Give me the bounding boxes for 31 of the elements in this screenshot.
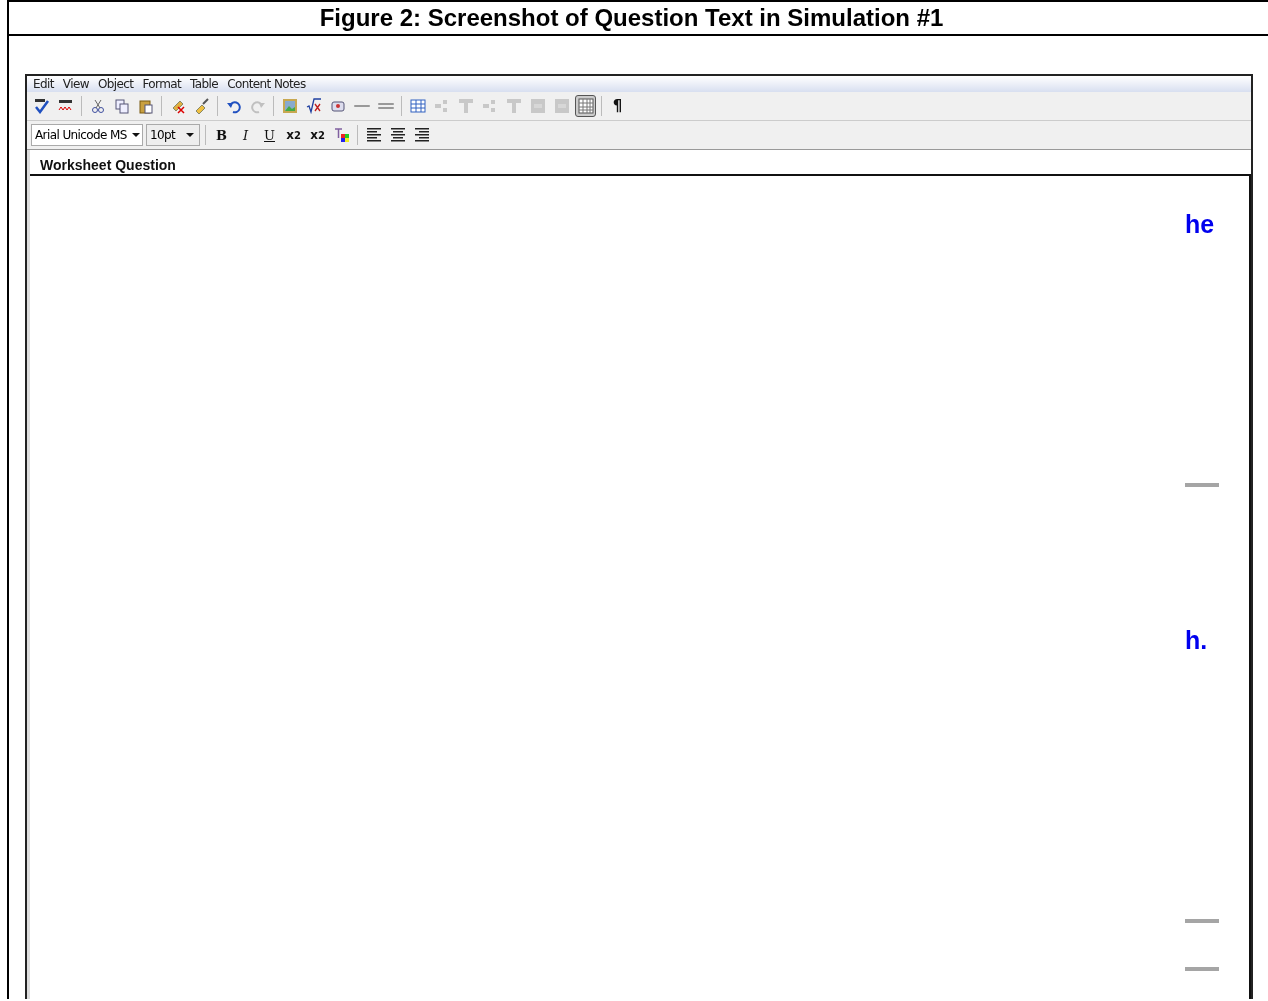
question-text: h.: [1185, 625, 1209, 655]
menu-item[interactable]: Content Notes: [227, 76, 306, 92]
underline-button[interactable]: U: [259, 124, 280, 146]
object-icon: [329, 98, 346, 114]
grid-icon: [577, 98, 594, 114]
undo-icon: [225, 98, 242, 114]
italic-button[interactable]: I: [235, 124, 256, 146]
horizontal-line-icon: [353, 104, 370, 108]
copy-icon: [113, 98, 130, 114]
image-icon: [281, 98, 298, 114]
brush-icon: [193, 98, 210, 114]
menu-item[interactable]: View: [62, 76, 89, 92]
spell-check-icon: [33, 98, 50, 114]
menu-item[interactable]: Object: [97, 76, 134, 92]
paragraph-mark-button[interactable]: ¶: [607, 95, 628, 117]
question-text: he: [1185, 209, 1216, 239]
font-dropdown[interactable]: Arial Unicode MS: [31, 124, 143, 146]
clipboard-icon: [137, 98, 154, 114]
formula-icon: [305, 98, 322, 114]
size-dropdown[interactable]: 10pt: [146, 124, 200, 146]
toolbar-button[interactable]: [575, 95, 596, 117]
bold-button[interactable]: B: [211, 124, 232, 146]
redo-icon: [249, 98, 266, 114]
table-icon: [409, 98, 426, 114]
figure-caption: Figure 2: Screenshot of Question Text in Simulation #1: [9, 2, 1268, 36]
menu-item[interactable]: Edit: [33, 76, 54, 92]
menu-item[interactable]: Table: [190, 76, 219, 92]
question-heading: Worksheet Question: [39, 156, 176, 174]
scissors-icon: [89, 98, 106, 114]
menu-item[interactable]: Format: [142, 76, 182, 92]
double-line-icon: [377, 102, 394, 110]
